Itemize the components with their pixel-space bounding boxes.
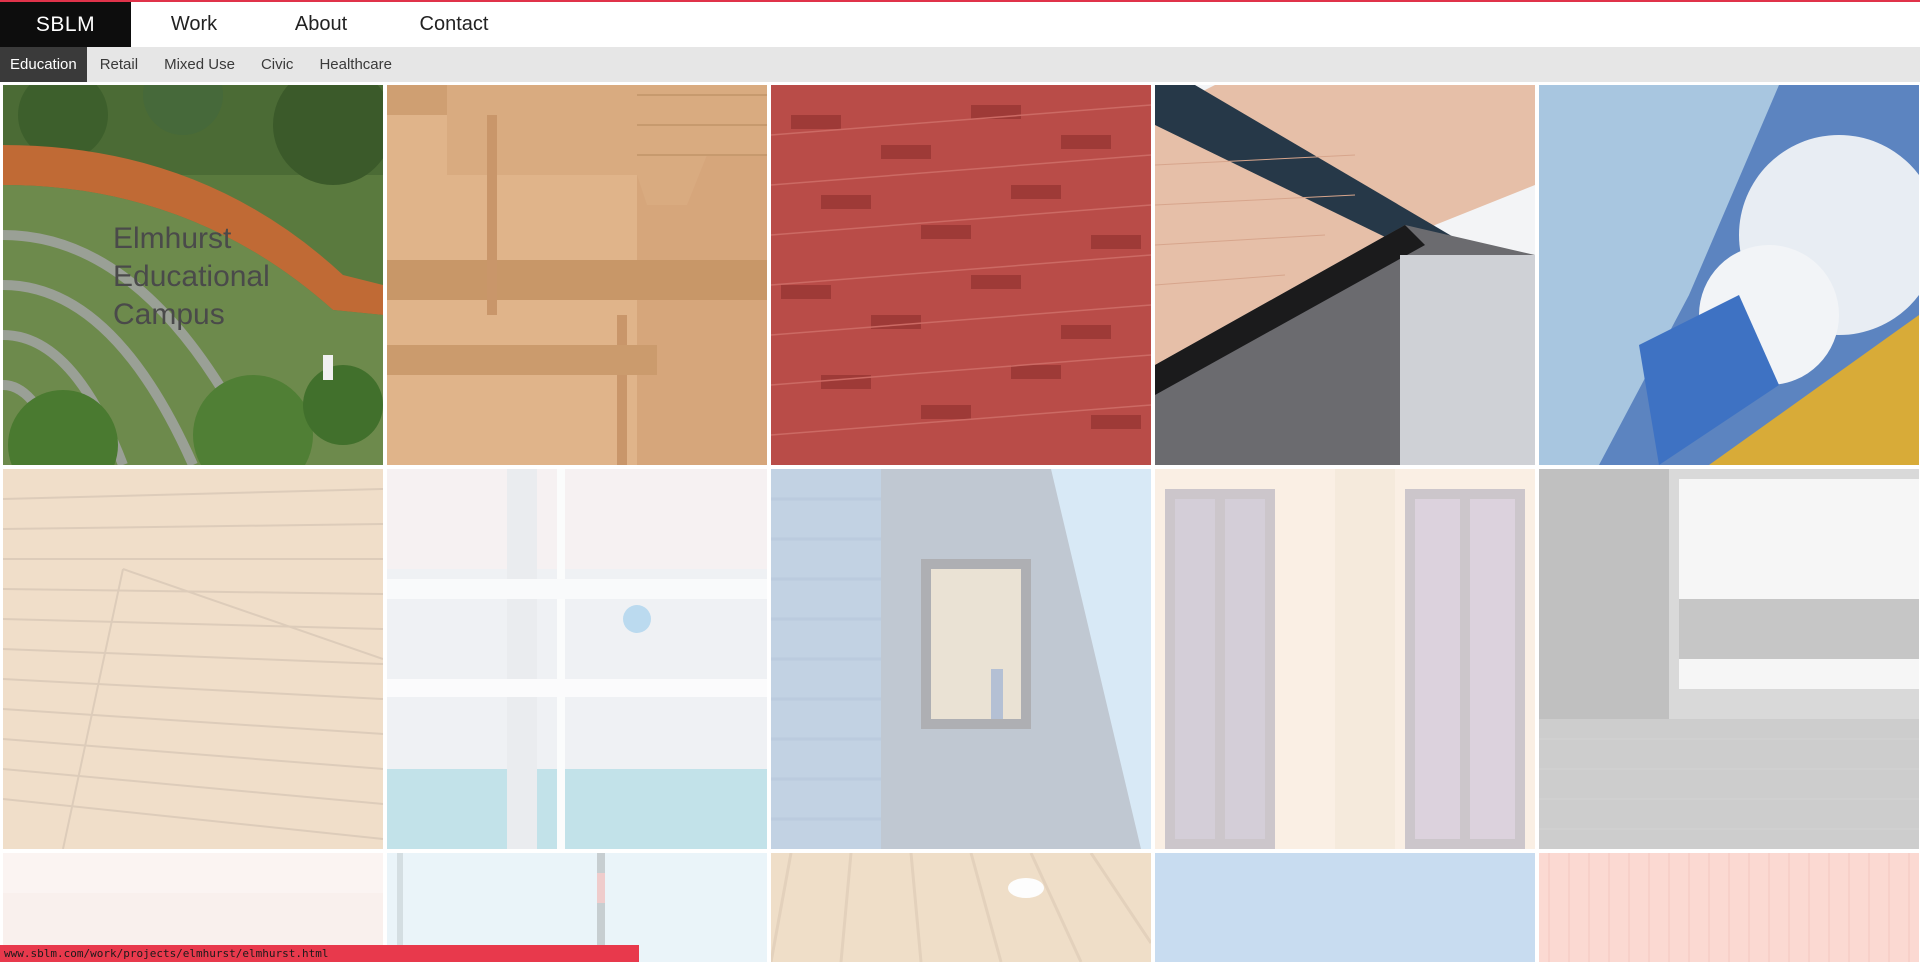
project-tile-7[interactable] bbox=[387, 469, 767, 849]
brand-logo[interactable]: SBLM bbox=[0, 2, 131, 47]
project-tile-4[interactable] bbox=[1155, 85, 1535, 465]
project-tile-2[interactable] bbox=[387, 85, 767, 465]
project-tile-9[interactable] bbox=[1155, 469, 1535, 849]
nav-contact[interactable]: Contact bbox=[385, 2, 523, 47]
category-mixed-use[interactable]: Mixed Use bbox=[151, 47, 248, 82]
project-title-overlay: Elmhurst Educational Campus bbox=[113, 222, 270, 331]
modern-corner-image bbox=[1155, 85, 1535, 465]
main-nav: Work About Contact bbox=[131, 2, 523, 47]
project-grid: Elmhurst Educational Campus bbox=[0, 83, 1920, 962]
project-tile-15[interactable] bbox=[1539, 853, 1919, 962]
category-healthcare[interactable]: Healthcare bbox=[306, 47, 405, 82]
category-retail[interactable]: Retail bbox=[87, 47, 151, 82]
project-tile-13[interactable] bbox=[771, 853, 1151, 962]
category-nav: Education Retail Mixed Use Civic Healthc… bbox=[0, 47, 1920, 82]
red-brick-image bbox=[771, 85, 1151, 465]
sky-facade-image bbox=[1539, 85, 1919, 465]
site-header: SBLM Work About Contact bbox=[0, 2, 1920, 47]
project-tile-14[interactable] bbox=[1155, 853, 1535, 962]
stone-facade-image bbox=[387, 85, 767, 465]
project-tile-8[interactable] bbox=[771, 469, 1151, 849]
category-education[interactable]: Education bbox=[0, 47, 87, 82]
project-tile-3[interactable] bbox=[771, 85, 1151, 465]
nav-work[interactable]: Work bbox=[131, 2, 257, 47]
project-tile-5[interactable] bbox=[1539, 85, 1919, 465]
category-civic[interactable]: Civic bbox=[248, 47, 307, 82]
project-tile-10[interactable] bbox=[1539, 469, 1919, 849]
browser-status-url: www.sblm.com/work/projects/elmhurst/elmh… bbox=[0, 945, 639, 962]
project-tile-6[interactable] bbox=[3, 469, 383, 849]
nav-about[interactable]: About bbox=[257, 2, 385, 47]
project-tile-elmhurst[interactable]: Elmhurst Educational Campus bbox=[3, 85, 383, 465]
